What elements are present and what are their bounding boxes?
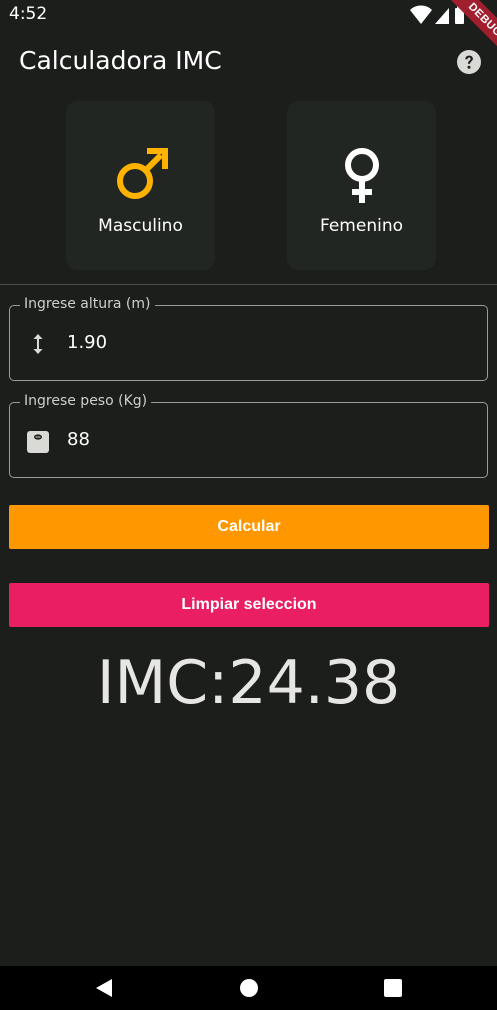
status-bar: 4:52: [0, 0, 497, 30]
female-symbol-icon: [344, 148, 379, 203]
bmi-result: IMC:24.38: [96, 648, 401, 718]
gender-card-male[interactable]: Masculino: [66, 101, 215, 270]
app-bar: Calculadora IMC: [0, 30, 497, 92]
divider: [0, 284, 497, 285]
gender-card-female[interactable]: Femenino: [287, 101, 436, 270]
weight-field[interactable]: Ingrese peso (Kg) 88: [9, 393, 488, 478]
back-icon[interactable]: [92, 976, 116, 1000]
calculate-button[interactable]: Calcular: [9, 505, 489, 549]
height-field[interactable]: Ingrese altura (m) 1.90: [9, 296, 488, 381]
gender-label-female: Femenino: [320, 216, 403, 236]
height-field-label: Ingrese altura (m): [20, 296, 155, 312]
clear-selection-button[interactable]: Limpiar seleccion: [9, 583, 489, 627]
gender-label-male: Masculino: [98, 216, 183, 236]
app-title: Calculadora IMC: [19, 46, 222, 75]
status-time: 4:52: [9, 4, 48, 24]
height-input[interactable]: 1.90: [67, 332, 107, 353]
weight-input[interactable]: 88: [67, 429, 90, 450]
recent-apps-icon[interactable]: [381, 976, 405, 1000]
app-screen: 4:52 DEBUG Calculadora IMC Masculino Fem…: [0, 0, 497, 1010]
home-icon[interactable]: [237, 976, 261, 1000]
scale-icon: [27, 431, 49, 453]
navigation-bar: [0, 966, 497, 1010]
male-symbol-icon: [116, 148, 168, 199]
height-arrows-icon: [33, 334, 43, 354]
wifi-icon: [410, 5, 432, 24]
signal-icon: [435, 8, 449, 24]
weight-field-label: Ingrese peso (Kg): [20, 393, 152, 409]
help-icon[interactable]: [457, 50, 481, 74]
